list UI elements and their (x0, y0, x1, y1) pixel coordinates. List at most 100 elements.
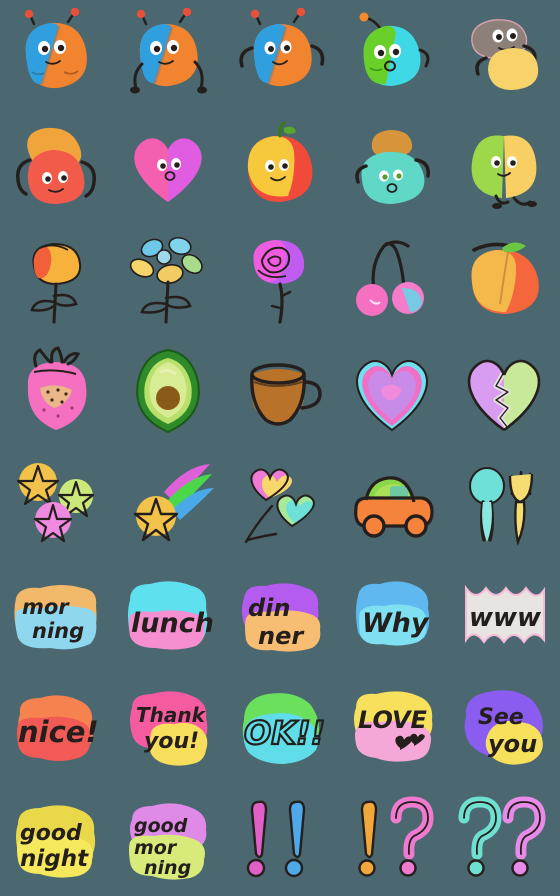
punctuation-double-exclamation[interactable] (230, 790, 330, 890)
sticker-cell[interactable] (224, 224, 336, 336)
sticker-cell[interactable] (448, 224, 560, 336)
flower-rose-pink-purple[interactable] (230, 230, 330, 330)
sticker-cell[interactable]: lunch (112, 560, 224, 672)
sticker-cell[interactable] (224, 336, 336, 448)
svg-text:din: din (248, 594, 291, 622)
svg-text:ning: ning (32, 619, 84, 643)
svg-text:www: www (469, 603, 542, 633)
svg-text:nice!: nice! (18, 715, 99, 749)
peach-fruit[interactable] (454, 230, 554, 330)
blob-creature-teal-hat[interactable] (342, 118, 442, 218)
broken-heart-violet-lime[interactable] (454, 342, 554, 442)
blob-creature-blue-orange-arms[interactable] (230, 6, 330, 106)
sticker-cell[interactable]: Why (336, 560, 448, 672)
punctuation-double-question[interactable] (454, 790, 554, 890)
sticker-cell[interactable]: good mor ning (112, 784, 224, 896)
sticker-cell[interactable] (224, 112, 336, 224)
svg-text:lunch: lunch (131, 608, 214, 639)
sticker-cell[interactable] (112, 448, 224, 560)
blob-creature-green-cyan[interactable] (342, 6, 442, 106)
blob-creature-gray-yellow[interactable] (454, 6, 554, 106)
sticker-cell[interactable] (112, 224, 224, 336)
sticker-cell[interactable]: din ner (224, 560, 336, 672)
sticker-cell[interactable] (336, 448, 448, 560)
sticker-cell[interactable] (448, 448, 560, 560)
text-why[interactable]: Why (342, 566, 442, 666)
text-www[interactable]: www (454, 566, 554, 666)
flower-tulip-orange[interactable] (6, 230, 106, 330)
two-hearts-with-trail[interactable] (230, 454, 330, 554)
car-green-orange[interactable] (342, 454, 442, 554)
svg-text:ning: ning (144, 857, 191, 879)
svg-text:Why: Why (362, 608, 430, 639)
spoon-and-fork[interactable] (454, 454, 554, 554)
sticker-cell[interactable] (0, 448, 112, 560)
sticker-cell[interactable] (448, 336, 560, 448)
blob-creature-lime-yellow-pair[interactable] (454, 118, 554, 218)
svg-text:good: good (20, 821, 82, 846)
sticker-cell[interactable] (448, 0, 560, 112)
blob-creature-blue-orange-antennae[interactable] (6, 6, 106, 106)
svg-text:See: See (478, 705, 524, 730)
sticker-cell[interactable]: nice! (0, 672, 112, 784)
apple-creature-yellow-red[interactable] (230, 118, 330, 218)
text-ok[interactable]: OK!! (230, 678, 330, 778)
text-morning[interactable]: mor ning mor ning (6, 566, 106, 666)
text-good-night[interactable]: good night (6, 790, 106, 890)
svg-text:night: night (20, 846, 89, 872)
sticker-cell[interactable] (448, 112, 560, 224)
sticker-cell[interactable] (112, 336, 224, 448)
sticker-grid: mor ning mor ning lunch din ner (0, 0, 560, 896)
sticker-cell[interactable] (224, 784, 336, 896)
sticker-cell[interactable]: mor ning mor ning (0, 560, 112, 672)
strawberry-pink[interactable] (6, 342, 106, 442)
sticker-cell[interactable]: OK!! (224, 672, 336, 784)
sticker-cell[interactable] (0, 336, 112, 448)
sticker-cell[interactable]: Thank you! (112, 672, 224, 784)
text-nice[interactable]: nice! (6, 678, 106, 778)
stars-three-colored[interactable] (6, 454, 106, 554)
sticker-cell[interactable] (336, 336, 448, 448)
svg-text:OK!!: OK!! (244, 714, 325, 752)
text-see-you[interactable]: See you (454, 678, 554, 778)
svg-text:ner: ner (258, 622, 305, 650)
sticker-cell[interactable] (224, 448, 336, 560)
svg-text:mor: mor (22, 595, 70, 619)
blob-creature-orange-red[interactable] (6, 118, 106, 218)
sticker-cell[interactable] (336, 112, 448, 224)
sticker-cell[interactable] (336, 224, 448, 336)
svg-text:good: good (134, 815, 188, 837)
sticker-cell[interactable]: See you (448, 672, 560, 784)
text-lunch[interactable]: lunch (118, 566, 218, 666)
sticker-cell[interactable] (112, 0, 224, 112)
text-thank-you[interactable]: Thank you! (118, 678, 218, 778)
sticker-cell[interactable] (0, 112, 112, 224)
text-dinner[interactable]: din ner (230, 566, 330, 666)
blob-creature-blue-orange-legs[interactable] (118, 6, 218, 106)
coffee-cup[interactable] (230, 342, 330, 442)
svg-text:mor: mor (134, 837, 178, 859)
sticker-cell[interactable]: good night (0, 784, 112, 896)
cherries-pink[interactable] (342, 230, 442, 330)
text-good-morning[interactable]: good mor ning (118, 790, 218, 890)
svg-text:LOVE: LOVE (358, 706, 428, 734)
sticker-cell[interactable] (112, 112, 224, 224)
sticker-cell[interactable] (448, 784, 560, 896)
svg-text:you: you (488, 730, 537, 758)
sticker-cell[interactable]: www (448, 560, 560, 672)
svg-text:Thank: Thank (136, 703, 207, 727)
sticker-cell[interactable] (0, 224, 112, 336)
avocado-half[interactable] (118, 342, 218, 442)
punctuation-exclamation-question[interactable] (342, 790, 442, 890)
sticker-cell[interactable]: LOVE (336, 672, 448, 784)
sticker-cell[interactable] (224, 0, 336, 112)
heart-cyan-pink[interactable] (342, 342, 442, 442)
text-love[interactable]: LOVE (342, 678, 442, 778)
heart-creature-pink-magenta[interactable] (118, 118, 218, 218)
flower-daisy-blue-yellow[interactable] (118, 230, 218, 330)
shooting-star-rainbow[interactable] (118, 454, 218, 554)
sticker-cell[interactable] (336, 0, 448, 112)
sticker-cell[interactable] (0, 0, 112, 112)
sticker-cell[interactable] (336, 784, 448, 896)
svg-text:you!: you! (144, 729, 199, 754)
